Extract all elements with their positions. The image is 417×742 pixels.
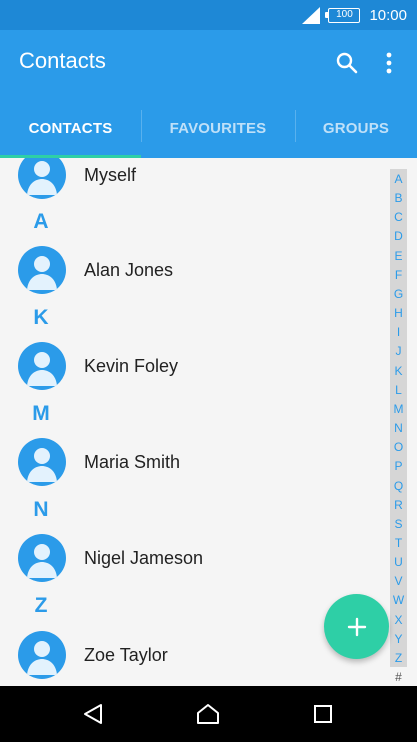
index-letter-m[interactable]: M xyxy=(394,402,404,417)
index-letter-y[interactable]: Y xyxy=(394,632,402,647)
index-letter-r[interactable]: R xyxy=(394,498,403,513)
index-letter-g[interactable]: G xyxy=(394,287,403,302)
contact-name: Myself xyxy=(84,165,137,185)
person-icon xyxy=(27,448,57,482)
search-button[interactable] xyxy=(333,49,361,77)
section-letter-n: N xyxy=(33,498,49,521)
contact-name: Nigel Jameson xyxy=(84,548,204,568)
person-icon xyxy=(27,544,57,578)
person-icon xyxy=(27,352,57,386)
page-title: Contacts xyxy=(19,48,106,73)
index-letter-p[interactable]: P xyxy=(394,459,402,474)
app-bar: Contacts CONTACTS FAVOURITES GROUPS xyxy=(0,30,417,158)
section-letter-a: A xyxy=(33,210,49,233)
tab-contacts-label: CONTACTS xyxy=(28,119,113,137)
index-letter-d[interactable]: D xyxy=(394,229,403,244)
back-button[interactable] xyxy=(68,686,118,742)
index-letter-k[interactable]: K xyxy=(394,364,402,379)
index-letter-b[interactable]: B xyxy=(394,191,402,206)
back-icon xyxy=(84,704,102,724)
index-letter-h[interactable]: H xyxy=(394,306,403,321)
section-letter-m: M xyxy=(32,402,50,425)
signal-icon xyxy=(302,6,321,24)
alphabet-index-scrollbar[interactable]: ABCDEFGHIJKLMNOPQRSTUVWXYZ xyxy=(390,169,407,667)
index-letter-i[interactable]: I xyxy=(397,325,400,340)
avatar xyxy=(18,631,66,679)
avatar xyxy=(18,534,66,582)
index-letter-l[interactable]: L xyxy=(395,383,402,398)
tab-groups-label: GROUPS xyxy=(322,119,390,137)
recents-icon xyxy=(314,705,332,723)
index-letter-j[interactable]: J xyxy=(396,344,402,359)
home-button[interactable] xyxy=(183,686,233,742)
section-letter-k: K xyxy=(33,306,49,329)
index-letter-n[interactable]: N xyxy=(394,421,403,436)
contact-row-myself[interactable]: Myself xyxy=(0,158,380,205)
index-letter-v[interactable]: V xyxy=(394,574,402,589)
index-hash[interactable]: # xyxy=(390,670,407,684)
tab-divider xyxy=(141,110,142,142)
index-letter-z[interactable]: Z xyxy=(395,651,402,666)
status-bar: 100 10:00 xyxy=(0,0,417,30)
add-contact-button[interactable] xyxy=(324,594,389,659)
section-letter-z: Z xyxy=(34,594,48,617)
contact-row[interactable]: Maria Smith xyxy=(0,432,380,492)
tab-favourites-label: FAVOURITES xyxy=(169,119,267,137)
recents-button[interactable] xyxy=(298,686,348,742)
navigation-bar xyxy=(0,686,417,742)
index-letter-t[interactable]: T xyxy=(395,536,402,551)
search-icon xyxy=(336,52,358,74)
tab-divider xyxy=(295,110,296,142)
contact-row[interactable]: Alan Jones xyxy=(0,240,380,300)
index-letter-s[interactable]: S xyxy=(394,517,402,532)
status-time: 10:00 xyxy=(369,6,407,24)
contact-name: Kevin Foley xyxy=(84,356,179,376)
home-icon xyxy=(197,704,219,724)
more-vert-icon xyxy=(386,52,392,74)
index-letter-a[interactable]: A xyxy=(394,172,402,187)
person-icon xyxy=(27,161,57,195)
battery-icon: 100 xyxy=(325,7,361,23)
index-letter-x[interactable]: X xyxy=(394,613,402,628)
contact-row[interactable]: Nigel Jameson xyxy=(0,528,380,588)
index-letter-w[interactable]: W xyxy=(393,593,404,608)
avatar xyxy=(18,342,66,390)
more-options-button[interactable] xyxy=(378,49,400,77)
plus-icon xyxy=(347,617,366,636)
contact-row[interactable]: Zoe Taylor xyxy=(0,625,380,685)
contact-name: Zoe Taylor xyxy=(84,645,168,665)
avatar xyxy=(18,438,66,486)
index-letter-u[interactable]: U xyxy=(394,555,403,570)
person-icon xyxy=(27,641,57,675)
avatar xyxy=(18,158,66,199)
index-letter-e[interactable]: E xyxy=(394,249,402,264)
contact-row[interactable]: Kevin Foley xyxy=(0,336,380,396)
avatar xyxy=(18,246,66,294)
index-letter-f[interactable]: F xyxy=(395,268,402,283)
index-letter-o[interactable]: O xyxy=(394,440,403,455)
contact-name: Alan Jones xyxy=(84,260,174,280)
tab-groups[interactable]: GROUPS xyxy=(295,98,417,158)
tab-contacts[interactable]: CONTACTS xyxy=(0,98,141,158)
battery-level: 100 xyxy=(336,8,353,20)
tab-favourites[interactable]: FAVOURITES xyxy=(141,98,295,158)
contact-name: Maria Smith xyxy=(84,452,181,472)
person-icon xyxy=(27,256,57,290)
tab-bar: CONTACTS FAVOURITES GROUPS xyxy=(0,98,417,158)
index-letter-q[interactable]: Q xyxy=(394,479,403,494)
index-letter-c[interactable]: C xyxy=(394,210,403,225)
